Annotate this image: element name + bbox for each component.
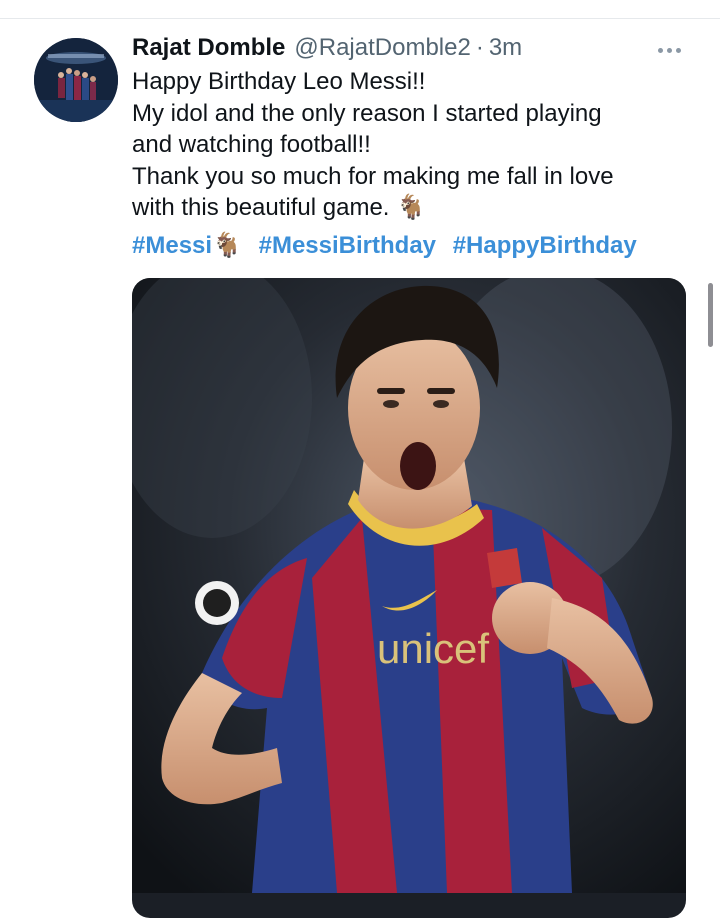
player-photo: unicef bbox=[132, 278, 686, 893]
hashtag-happybirthday[interactable]: #HappyBirthday bbox=[453, 232, 637, 259]
author-handle[interactable]: @RajatDomble2 bbox=[294, 34, 470, 62]
more-dot bbox=[675, 47, 681, 53]
tweet[interactable]: Rajat Domble @RajatDomble2 · 3m Happy Bi… bbox=[0, 0, 720, 918]
avatar[interactable] bbox=[34, 38, 118, 122]
more-dot bbox=[666, 47, 672, 53]
tweet-text: Happy Birthday Leo Messi!! My idol and t… bbox=[132, 66, 692, 224]
tweet-text-line: Happy Birthday Leo Messi!! bbox=[132, 68, 426, 95]
hashtag-messibirthday[interactable]: #MessiBirthday bbox=[259, 232, 436, 259]
author-name[interactable]: Rajat Domble bbox=[132, 34, 285, 62]
scrollbar-thumb[interactable] bbox=[708, 283, 713, 347]
more-horizontal-icon[interactable] bbox=[652, 40, 686, 60]
hashtag-messi[interactable]: #Messi🐐 bbox=[132, 232, 242, 259]
jersey-sponsor-text: unicef bbox=[377, 625, 489, 672]
tweet-text-line: Thank you so much for making me fall in … bbox=[132, 162, 614, 190]
hashtag-row: #Messi🐐 #MessiBirthday #HappyBirthday bbox=[132, 230, 712, 262]
tweet-text-line: with this beautiful game. 🐐 bbox=[132, 194, 427, 221]
tweet-header: Rajat Domble @RajatDomble2 · 3m bbox=[132, 34, 522, 66]
tweet-text-line: and watching football!! bbox=[132, 131, 371, 158]
more-dot bbox=[657, 47, 663, 53]
timestamp[interactable]: 3m bbox=[489, 34, 522, 62]
separator-dot: · bbox=[475, 34, 484, 61]
tweet-media-image[interactable]: unicef bbox=[132, 278, 686, 918]
avatar-photo bbox=[34, 38, 118, 122]
tweet-text-line: My idol and the only reason I started pl… bbox=[132, 99, 602, 127]
